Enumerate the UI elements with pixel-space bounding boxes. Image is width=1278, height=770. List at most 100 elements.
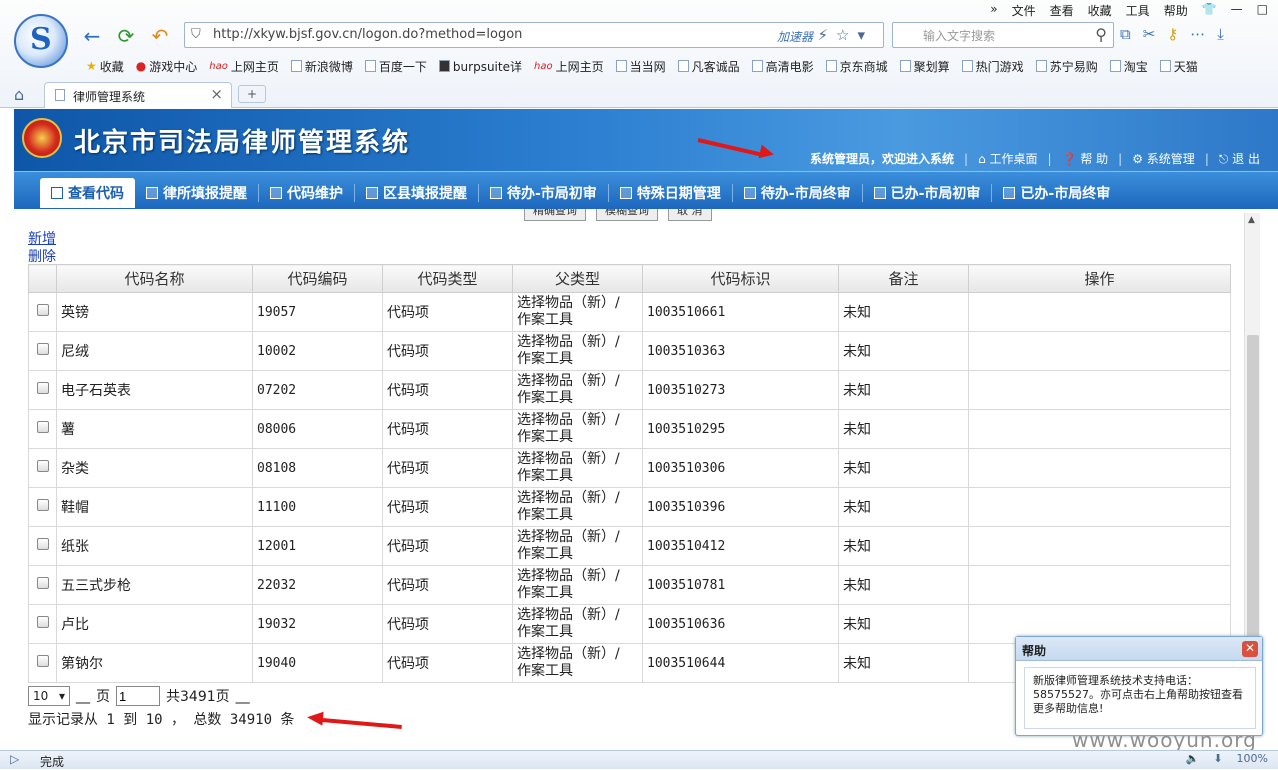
accelerator-label[interactable]: 加速器	[777, 28, 813, 45]
bookmark-item[interactable]: hao 上网主页	[528, 58, 610, 74]
logout-link[interactable]: ⎋ 退 出	[1219, 150, 1260, 167]
table-row[interactable]: 杂类 08108 代码项 选择物品（新）/作案工具 1003510306 未知	[28, 448, 1231, 488]
row-checkbox-cell[interactable]	[28, 448, 57, 488]
exact-query-button[interactable]: 精确查询	[524, 209, 586, 221]
row-checkbox[interactable]	[36, 616, 49, 628]
tab-title[interactable]: 律师管理系统	[73, 88, 145, 105]
key-icon[interactable]: ⚷	[1167, 25, 1178, 43]
cell-actions[interactable]	[968, 487, 1231, 527]
menu-tools[interactable]: 工具	[1126, 2, 1150, 18]
pager-go[interactable]: __	[236, 688, 250, 704]
add-link[interactable]: 新增	[28, 228, 56, 248]
menu-view[interactable]: 查看	[1050, 2, 1074, 18]
table-row[interactable]: 尼绒 10002 代码项 选择物品（新）/作案工具 1003510363 未知	[28, 331, 1231, 371]
row-checkbox-cell[interactable]	[28, 526, 57, 566]
bookmark-item[interactable]: 热门游戏	[956, 58, 1030, 74]
row-checkbox-cell[interactable]	[28, 643, 57, 683]
bookmark-item[interactable]: 苏宁易购	[1030, 58, 1104, 74]
bookmark-item[interactable]: ★ 收藏	[80, 58, 130, 74]
nav-done-final-review[interactable]: 已办-市局终审	[992, 178, 1121, 208]
nav-district-reminder[interactable]: 区县填报提醒	[355, 178, 478, 208]
header-code-number[interactable]: 代码编码	[252, 264, 383, 293]
menu-file[interactable]: 文件	[1012, 2, 1036, 18]
nav-done-first-review[interactable]: 已办-市局初审	[863, 178, 992, 208]
undo-icon[interactable]: ↶	[148, 24, 172, 48]
row-checkbox[interactable]	[36, 577, 49, 589]
bookmark-item[interactable]: 百度一下	[359, 58, 433, 74]
nav-pending-final-review[interactable]: 待办-市局终审	[733, 178, 862, 208]
search-icon[interactable]: ⚲	[1095, 25, 1107, 44]
row-checkbox-cell[interactable]	[28, 604, 57, 644]
cell-actions[interactable]	[968, 370, 1231, 410]
scissors-icon[interactable]: ✂	[1143, 25, 1156, 43]
header-note[interactable]: 备注	[838, 264, 969, 293]
row-checkbox[interactable]	[36, 499, 49, 511]
close-tab-icon[interactable]: ×	[210, 85, 223, 103]
row-checkbox[interactable]	[36, 343, 49, 355]
table-row[interactable]: 薯 08006 代码项 选择物品（新）/作案工具 1003510295 未知	[28, 409, 1231, 449]
bookmark-item[interactable]: 天猫	[1154, 58, 1204, 74]
row-checkbox-cell[interactable]	[28, 487, 57, 527]
row-checkbox-cell[interactable]	[28, 370, 57, 410]
header-actions[interactable]: 操作	[968, 264, 1231, 293]
maximize-icon[interactable]: □	[1257, 2, 1268, 18]
sidebar-toggle-icon[interactable]: ▷	[10, 752, 19, 766]
menu-more[interactable]: »	[990, 2, 997, 18]
row-checkbox[interactable]	[36, 421, 49, 433]
skin-icon[interactable]: 👕	[1202, 2, 1217, 18]
bookmark-item[interactable]: 当当网	[610, 58, 672, 74]
page-size-select[interactable]: 10 ▾	[28, 686, 70, 706]
row-checkbox-cell[interactable]	[28, 331, 57, 371]
bookmark-item[interactable]: hao 上网主页	[203, 58, 285, 74]
nav-firm-reminder[interactable]: 律所填报提醒	[135, 178, 258, 208]
new-tab-button[interactable]: +	[238, 85, 266, 103]
table-row[interactable]: 纸张 12001 代码项 选择物品（新）/作案工具 1003510412 未知	[28, 526, 1231, 566]
bookmark-item[interactable]: 高清电影	[746, 58, 820, 74]
row-checkbox-cell[interactable]	[28, 565, 57, 605]
nav-code-maintenance[interactable]: 代码维护	[259, 178, 354, 208]
bookmark-item[interactable]: 聚划算	[894, 58, 956, 74]
row-checkbox[interactable]	[36, 304, 49, 316]
refresh-icon[interactable]: ⟳	[114, 24, 138, 48]
nav-special-dates[interactable]: 特殊日期管理	[609, 178, 732, 208]
nav-view-code[interactable]: 查看代码	[40, 178, 135, 208]
home-icon[interactable]: ⌂	[14, 85, 24, 104]
fuzzy-query-button[interactable]: 模糊查询	[596, 209, 658, 221]
cell-actions[interactable]	[968, 292, 1231, 332]
row-checkbox-cell[interactable]	[28, 292, 57, 332]
cell-actions[interactable]	[968, 409, 1231, 449]
bookmark-item[interactable]: 凡客诚品	[672, 58, 746, 74]
header-parent-type[interactable]: 父类型	[512, 264, 643, 293]
cancel-button[interactable]: 取 消	[668, 209, 712, 221]
nav-pending-first-review[interactable]: 待办-市局初审	[479, 178, 608, 208]
back-icon[interactable]: ←	[80, 24, 104, 48]
desktop-link[interactable]: ⌂ 工作桌面	[978, 150, 1037, 167]
address-icons[interactable]: ⚡☆▾	[817, 26, 873, 44]
delete-link[interactable]: 删除	[28, 246, 56, 266]
header-code-name[interactable]: 代码名称	[56, 264, 253, 293]
volume-icon[interactable]: 🔈	[1186, 752, 1200, 765]
row-checkbox[interactable]	[36, 460, 49, 472]
row-checkbox-cell[interactable]	[28, 409, 57, 449]
menu-help[interactable]: 帮助	[1164, 2, 1188, 18]
bookmark-item[interactable]: 京东商城	[820, 58, 894, 74]
table-row[interactable]: 电子石英表 07202 代码项 选择物品（新）/作案工具 1003510273 未知	[28, 370, 1231, 410]
header-code-type[interactable]: 代码类型	[382, 264, 513, 293]
zoom-level[interactable]: 100%	[1237, 752, 1268, 765]
browser-tab[interactable]: 律师管理系统 ×	[44, 82, 232, 108]
row-checkbox[interactable]	[36, 538, 49, 550]
download-manager-icon[interactable]: ⬇	[1213, 752, 1222, 765]
close-icon[interactable]: ✕	[1242, 641, 1258, 657]
table-row[interactable]: 英镑 19057 代码项 选择物品（新）/作案工具 1003510661 未知	[28, 292, 1231, 332]
minimize-icon[interactable]: —	[1231, 2, 1243, 18]
address-text[interactable]: http://xkyw.bjsf.gov.cn/logon.do?method=…	[213, 27, 522, 42]
bookmark-item[interactable]: 淘宝	[1104, 58, 1154, 74]
system-admin-link[interactable]: ⚙ 系统管理	[1132, 150, 1195, 167]
download-icon[interactable]: ⤓	[1217, 25, 1224, 43]
menu-favorites[interactable]: 收藏	[1088, 2, 1112, 18]
address-bar[interactable]: ⛉ http://xkyw.bjsf.gov.cn/logon.do?metho…	[184, 22, 884, 48]
cell-actions[interactable]	[968, 331, 1231, 371]
cell-actions[interactable]	[968, 448, 1231, 488]
bookmark-item[interactable]: ● 游戏中心	[130, 58, 204, 74]
table-row[interactable]: 五三式步枪 22032 代码项 选择物品（新）/作案工具 1003510781 未知	[28, 565, 1231, 605]
